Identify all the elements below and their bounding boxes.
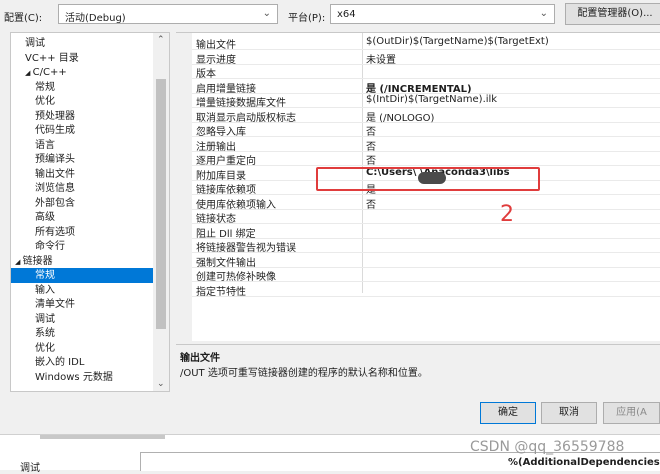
tree-item[interactable]: 调试 (11, 36, 154, 51)
tree-item-label: 浏览信息 (35, 183, 75, 194)
tree-item-label: 输入 (35, 284, 55, 296)
tree-item-label: 输出文件 (35, 168, 75, 180)
tree-item-label: VC++ 目录 (25, 52, 79, 64)
expand-arrow-icon[interactable]: ◢ (25, 69, 33, 77)
fragment-scrollbar (40, 435, 165, 439)
tree-item[interactable]: 预编译头 (11, 152, 154, 167)
tree-item[interactable]: 高级 (11, 210, 154, 225)
ok-button[interactable]: 确定 (480, 402, 536, 424)
tree-item-label: 高级 (35, 212, 55, 223)
tree-item-label: 优化 (35, 342, 55, 354)
tree-item-label: 外部包含 (35, 197, 75, 209)
property-row[interactable]: 指定节特性 (192, 282, 660, 298)
annotation-number: 2 (500, 202, 514, 227)
apply-button[interactable]: 应用(A (603, 402, 660, 424)
property-row[interactable]: 强制文件输出 (192, 253, 660, 269)
tree-item[interactable]: 语言 (11, 138, 154, 153)
tree-item-label: 语言 (35, 139, 55, 151)
tree-item-label: C/C++ (32, 67, 67, 78)
tree-item-label: 调试 (35, 313, 55, 325)
property-value[interactable]: $(OutDir)$(TargetName)$(TargetExt) (366, 36, 549, 47)
description-pane: 输出文件 /OUT 选项可重写链接器创建的程序的默认名称和位置。 (176, 344, 660, 395)
property-name: 指定节特性 (196, 286, 246, 298)
tree-item[interactable]: Windows 元数据 (11, 370, 154, 385)
property-row[interactable]: 增量链接数据库文件 $(IntDir)$(TargetName).ilk (192, 93, 660, 109)
chevron-down-icon: ⌄ (539, 8, 548, 19)
tree-item[interactable]: 浏览信息 (11, 181, 154, 196)
tree-item[interactable]: ◢ C/C++ (11, 65, 154, 80)
tree-item[interactable]: 常规 (11, 80, 154, 95)
tree-item-label: 调试 (25, 38, 45, 49)
config-bar: 配置(C): 活动(Debug) ⌄ 平台(P): x64 ⌄ 配置管理器(O)… (0, 0, 660, 30)
property-row[interactable]: 取消显示启动版权标志是 (/NOLOGO) (192, 108, 660, 124)
tree-item-label: Windows 元数据 (35, 371, 113, 383)
property-row[interactable]: 阻止 Dll 绑定 (192, 224, 660, 240)
property-tree: 调试 VC++ 目录 ◢ C/C++ 常规 优化 预处理器 代码生成 语言 预编译头 输出文件 浏览… (10, 32, 170, 392)
tree-item-label: 系统 (35, 328, 55, 339)
tree-item[interactable]: 预处理器 (11, 109, 154, 124)
tree-item[interactable]: 优化 (11, 94, 154, 109)
tree-item-label: 命令行 (35, 241, 65, 252)
tree-item-label: 常规 (35, 81, 55, 93)
platform-combo[interactable]: x64 ⌄ (330, 4, 555, 24)
tree-item-label: 常规 (35, 270, 55, 281)
property-row[interactable]: 注册输出否 (192, 137, 660, 153)
tree-item[interactable]: ◢ 链接器 (11, 254, 154, 269)
fragment-value: %(AdditionalDependencies (508, 457, 660, 468)
tree-item[interactable]: 输出文件 (11, 167, 154, 182)
tree-item[interactable]: 外部包含 (11, 196, 154, 211)
property-row[interactable]: 使用库依赖项输入否 (192, 195, 660, 211)
grid-gutter (176, 33, 192, 341)
tree-item-label: 预编译头 (35, 154, 75, 165)
dialog-footer: 确定 取消 应用(A (0, 395, 660, 433)
tree-item-label: 预处理器 (35, 110, 75, 122)
property-row[interactable]: 创建可热修补映像 (192, 267, 660, 283)
config-label: 配置(C): (4, 13, 43, 24)
property-row[interactable]: 忽略导入库否 (192, 122, 660, 138)
property-row[interactable]: 将链接器警告视为错误 (192, 238, 660, 254)
tree-item-label: 优化 (35, 96, 55, 107)
fragment-tree-label: 调试 (20, 463, 40, 474)
tree-scrollbar[interactable]: ⌃ ⌄ (153, 33, 169, 391)
config-combo[interactable]: 活动(Debug) ⌄ (58, 4, 278, 24)
platform-combo-value: x64 (337, 9, 356, 20)
tree-item-label: 链接器 (22, 255, 53, 267)
cancel-button[interactable]: 取消 (541, 402, 597, 424)
tree-item-label: 所有选项 (35, 226, 75, 238)
tree-item[interactable]: 命令行 (11, 239, 154, 254)
scroll-up-icon[interactable]: ⌃ (157, 35, 165, 45)
tree-item-label: 清单文件 (35, 299, 75, 310)
property-row[interactable]: 逐用户重定向否 (192, 151, 660, 167)
tree-item[interactable]: 代码生成 (11, 123, 154, 138)
description-title: 输出文件 (180, 353, 220, 364)
platform-label: 平台(P): (288, 13, 326, 24)
property-row[interactable]: 输出文件 $(OutDir)$(TargetName)$(TargetExt) (192, 35, 660, 51)
expand-arrow-icon[interactable]: ◢ (15, 258, 23, 266)
scroll-thumb[interactable] (156, 79, 166, 329)
tree-item-label: 代码生成 (35, 125, 75, 136)
scroll-down-icon[interactable]: ⌄ (157, 379, 165, 389)
property-row[interactable]: 启用增量链接是 (/INCREMENTAL) (192, 79, 660, 95)
config-manager-button[interactable]: 配置管理器(O)... (565, 3, 660, 25)
property-row[interactable]: 显示进度 未设置 (192, 50, 660, 66)
tree-item[interactable]: 调试 (11, 312, 154, 327)
tree-item-label: 嵌入的 IDL (35, 357, 85, 368)
tree-item[interactable]: 嵌入的 IDL (11, 355, 154, 370)
description-text: /OUT 选项可重写链接器创建的程序的默认名称和位置。 (180, 368, 428, 379)
property-value[interactable]: $(IntDir)$(TargetName).ilk (366, 94, 497, 105)
tree-item[interactable]: 常规 (11, 268, 154, 283)
chevron-down-icon: ⌄ (262, 8, 271, 19)
redaction-mask (418, 172, 446, 184)
tree-item[interactable]: 清单文件 (11, 297, 154, 312)
watermark: CSDN @qq_36559788 (470, 439, 625, 455)
tree-item[interactable]: 优化 (11, 341, 154, 356)
tree-item[interactable]: 输入 (11, 283, 154, 298)
tree-item[interactable]: VC++ 目录 (11, 51, 154, 66)
tree-item[interactable]: 系统 (11, 326, 154, 341)
property-row[interactable]: 链接状态 (192, 209, 660, 225)
tree-item[interactable]: 所有选项 (11, 225, 154, 240)
config-combo-value: 活动(Debug) (65, 13, 126, 24)
property-row[interactable]: 版本 (192, 64, 660, 80)
